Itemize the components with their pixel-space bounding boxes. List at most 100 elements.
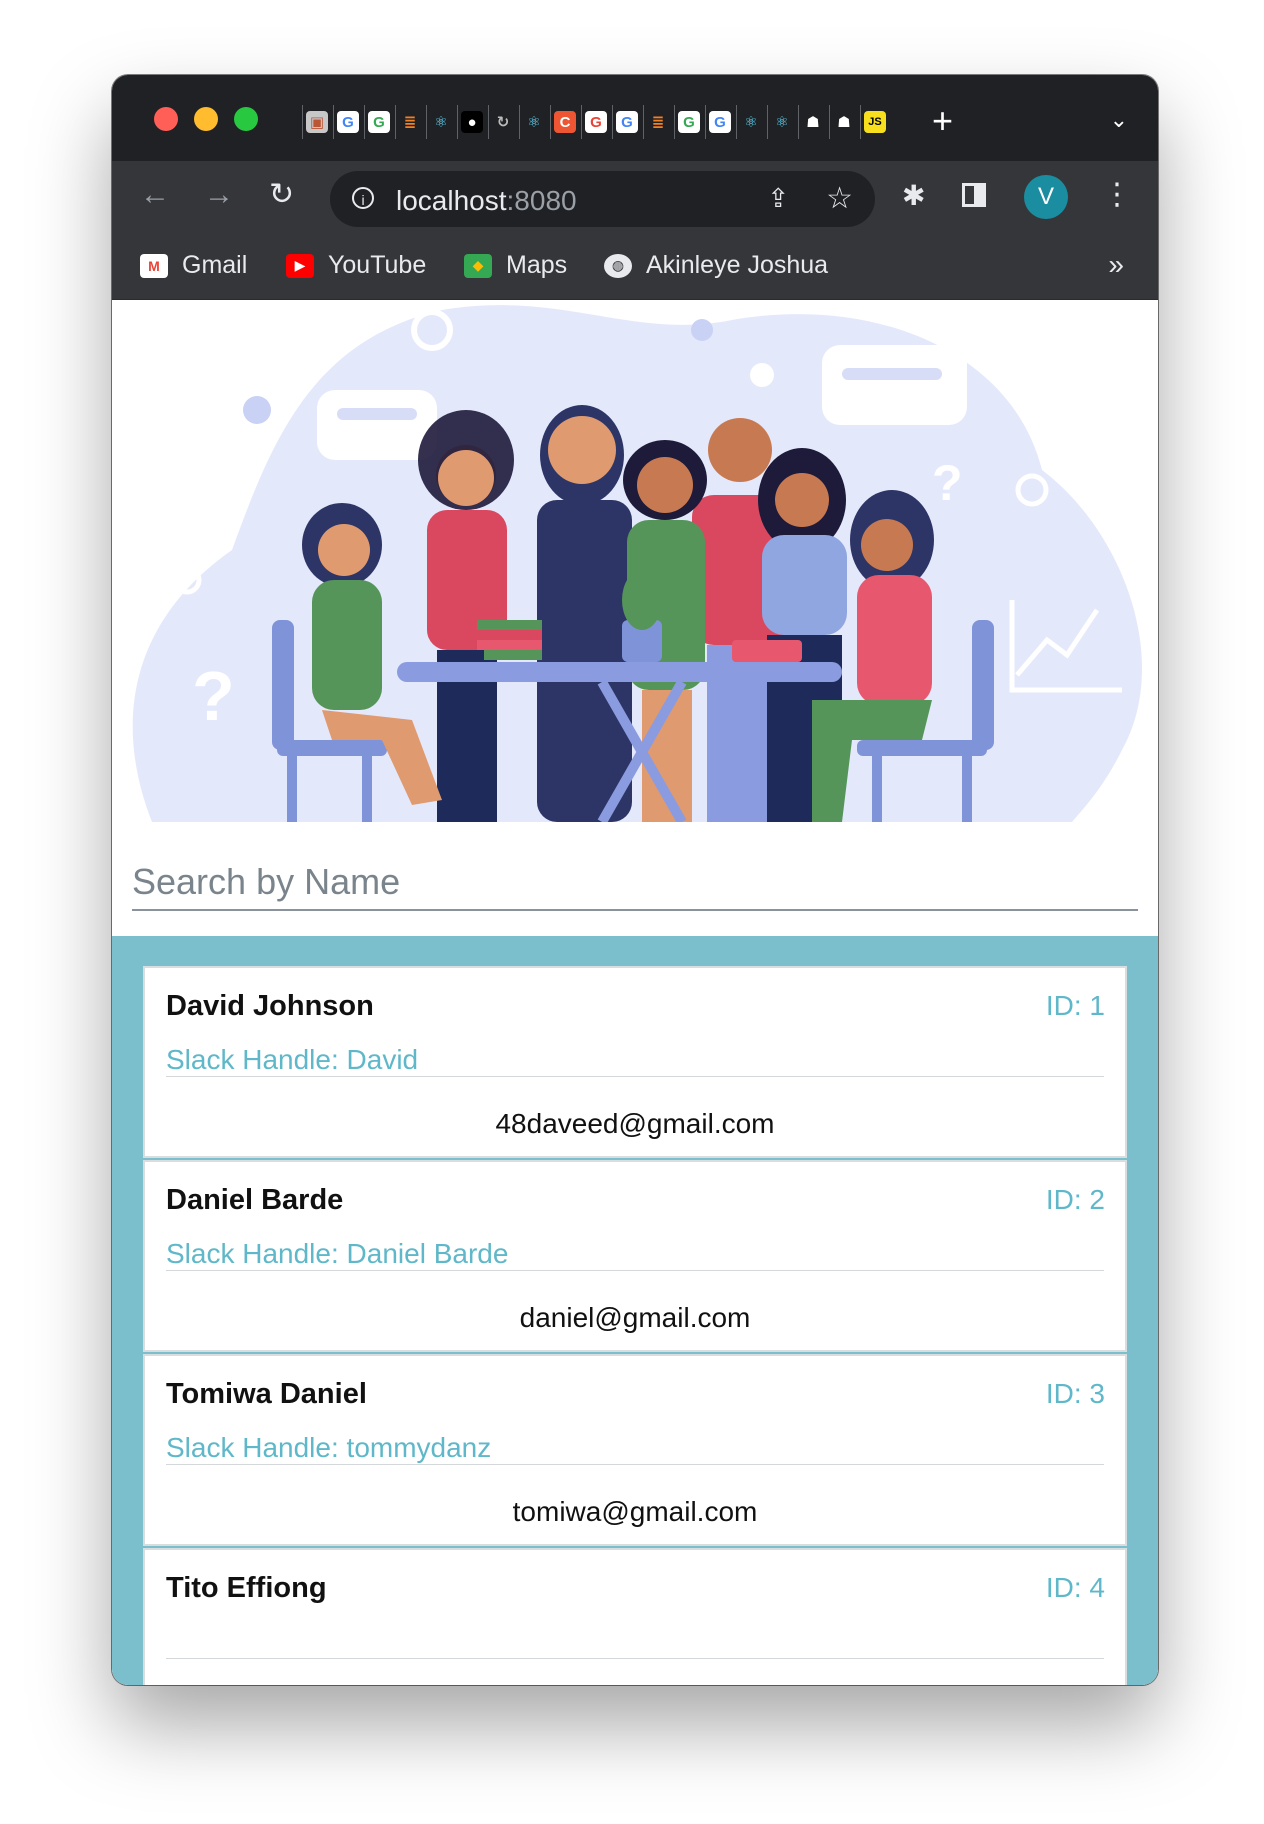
user-name: Tito Effiong <box>166 1572 327 1604</box>
user-card[interactable]: David Johnson ID: 1 Slack Handle: David … <box>143 966 1127 1158</box>
react-icon: ⚛ <box>744 114 758 131</box>
tab-js[interactable]: JS <box>860 105 889 139</box>
youtube-icon: ▶ <box>286 253 314 278</box>
extensions-puzzle-icon[interactable]: ✱ <box>902 179 925 212</box>
person-head <box>861 519 913 571</box>
more-bookmarks-chevron-icon[interactable]: » <box>1108 249 1124 281</box>
reload-icon[interactable]: ↻ <box>269 179 294 211</box>
tab-medium[interactable]: ● <box>457 105 486 139</box>
user-slack-handle: Slack Handle: tommydanz <box>166 1432 492 1463</box>
globe-icon: ◍ <box>604 253 632 278</box>
question-mark: ? <box>932 455 963 511</box>
book-stack <box>484 650 542 660</box>
react-icon: ⚛ <box>527 114 541 131</box>
tab-google[interactable]: G <box>333 105 362 139</box>
tab-strip: ▣ G G ≣ ⚛ ● ↻ ⚛ C G G ≣ G G ⚛ ⚛ ☗ ☗ JS <box>302 105 889 141</box>
user-card[interactable]: Daniel Barde ID: 2 Slack Handle: Daniel … <box>143 1160 1127 1352</box>
site-info-icon[interactable]: i <box>352 187 374 209</box>
tab-robot[interactable]: ☗ <box>829 105 858 139</box>
back-arrow-icon[interactable]: ← <box>140 179 170 211</box>
tab-codepen[interactable]: C <box>550 105 579 139</box>
close-window-button[interactable] <box>154 107 178 131</box>
chair <box>287 756 297 822</box>
user-slack-handle: Slack Handle: David <box>166 1044 419 1075</box>
tab-stackoverflow[interactable]: ≣ <box>395 105 424 139</box>
refresh-icon: ↻ <box>496 114 510 131</box>
person-head <box>438 450 494 506</box>
robot-icon: ☗ <box>837 114 851 131</box>
user-email: daniel@gmail.com <box>519 1302 751 1333</box>
search-input[interactable] <box>132 855 1138 911</box>
page-content: ? ? Search by Name David Johnson ID: 1 S… <box>112 300 1158 1685</box>
user-list: David Johnson ID: 1 Slack Handle: David … <box>112 936 1158 1685</box>
tab-bar: ▣ G G ≣ ⚛ ● ↻ ⚛ C G G ≣ G G ⚛ ⚛ ☗ ☗ JS +… <box>112 75 1158 161</box>
side-panel-icon[interactable] <box>962 183 986 207</box>
tab-refresh[interactable]: ↻ <box>488 105 517 139</box>
user-id: ID: 2 <box>1045 1184 1105 1215</box>
chair <box>362 756 372 822</box>
robot-icon: ☗ <box>806 114 820 131</box>
google-icon: G <box>616 111 638 133</box>
user-card[interactable]: Tito Effiong ID: 4 <box>143 1548 1127 1685</box>
user-slack-handle: Slack Handle: Daniel Barde <box>166 1238 509 1269</box>
bookmark-youtube[interactable]: ▶ YouTube <box>286 251 426 280</box>
tab-react[interactable]: ⚛ <box>426 105 455 139</box>
bookmark-maps[interactable]: ◆ Maps <box>464 251 567 280</box>
user-name: Tomiwa Daniel <box>166 1378 367 1410</box>
tab-stackoverflow[interactable]: ≣ <box>643 105 672 139</box>
speech-line <box>337 408 417 420</box>
minimize-window-button[interactable] <box>194 107 218 131</box>
bookmark-star-icon[interactable]: ☆ <box>826 181 853 216</box>
url-host: localhost <box>396 185 507 216</box>
book-stack <box>477 620 542 630</box>
tab-google[interactable]: G <box>364 105 393 139</box>
forward-arrow-icon[interactable]: → <box>204 179 234 211</box>
share-icon[interactable]: ⇪ <box>767 183 789 214</box>
tab-react[interactable]: ⚛ <box>767 105 796 139</box>
google-icon: G <box>337 111 359 133</box>
tab-react[interactable]: ⚛ <box>519 105 548 139</box>
tab-search-chevron-down-icon[interactable]: ⌄ <box>1110 107 1128 133</box>
tab-google[interactable]: G <box>612 105 641 139</box>
user-id: ID: 4 <box>1045 1572 1105 1603</box>
bookmark-akinleye-joshua[interactable]: ◍ Akinleye Joshua <box>604 251 828 280</box>
profile-avatar[interactable]: V <box>1024 175 1068 219</box>
question-mark: ? <box>192 657 235 735</box>
tab-react[interactable]: ⚛ <box>736 105 765 139</box>
tab-archive[interactable]: ▣ <box>302 105 331 139</box>
google-icon: G <box>368 111 390 133</box>
codepen-icon: C <box>554 111 576 133</box>
speech-bubble <box>317 390 437 460</box>
person-head <box>775 473 829 527</box>
card-divider <box>166 1464 1104 1465</box>
js-icon: JS <box>864 111 886 133</box>
speech-line <box>842 368 942 380</box>
user-card[interactable]: Tomiwa Daniel ID: 3 Slack Handle: tommyd… <box>143 1354 1127 1546</box>
bookmark-gmail[interactable]: M Gmail <box>140 251 247 280</box>
new-tab-plus-icon[interactable]: + <box>932 103 953 139</box>
archive-icon: ▣ <box>306 111 328 133</box>
person-body <box>537 500 632 822</box>
bookmark-label: Maps <box>506 251 568 279</box>
tab-google[interactable]: G <box>674 105 703 139</box>
user-email: 48daveed@gmail.com <box>495 1108 775 1139</box>
decor-circle <box>243 396 271 424</box>
chair <box>962 756 972 822</box>
more-menu-icon[interactable]: ⋮ <box>1102 175 1132 215</box>
bookmark-label: Gmail <box>182 251 248 279</box>
maximize-window-button[interactable] <box>234 107 258 131</box>
tab-google[interactable]: G <box>581 105 610 139</box>
decor-circle <box>750 363 774 387</box>
google-icon: G <box>709 111 731 133</box>
url-text: localhost:8080 <box>396 185 577 217</box>
url-port: :8080 <box>506 185 577 216</box>
tab-google[interactable]: G <box>705 105 734 139</box>
address-bar[interactable]: i localhost:8080 ⇪ ☆ <box>330 171 875 227</box>
user-name: David Johnson <box>166 990 374 1022</box>
person-head <box>708 418 772 482</box>
tab-robot[interactable]: ☗ <box>798 105 827 139</box>
maps-icon: ◆ <box>464 253 492 278</box>
user-name: Daniel Barde <box>166 1184 344 1216</box>
medium-icon: ● <box>461 111 483 133</box>
person-body <box>312 580 382 710</box>
